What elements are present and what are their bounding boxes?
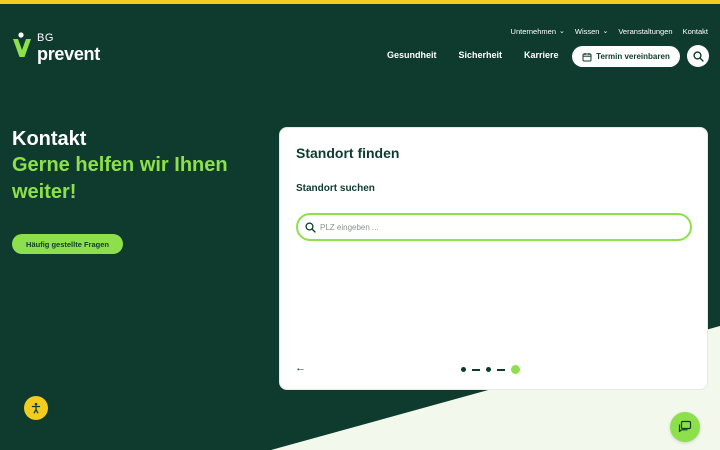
step-pager [461, 365, 520, 374]
arrow-left-icon[interactable]: ← [295, 363, 306, 374]
main-nav-gesundheit[interactable]: Gesundheit [387, 50, 437, 60]
chat-button[interactable] [670, 412, 700, 442]
postcode-search-field[interactable] [296, 213, 692, 241]
main-nav-sicherheit[interactable]: Sicherheit [459, 50, 503, 60]
utility-nav-unternehmen[interactable]: Unternehmen ⌄ [511, 27, 565, 36]
pager-step-3[interactable] [486, 367, 491, 372]
search-icon [692, 50, 704, 62]
page-title: Kontakt [12, 128, 87, 150]
utility-nav-label: Wissen [574, 27, 600, 36]
faq-button[interactable]: Häufig gestellte Fragen [12, 234, 123, 254]
utility-nav-label: Kontakt [682, 27, 708, 36]
utility-nav: Unternehmen ⌄ Wissen ⌄ Veranstaltungen K… [511, 27, 708, 36]
header-search-button[interactable] [687, 45, 709, 67]
pager-step-5-active[interactable] [511, 365, 520, 374]
card-title: Standort finden [296, 145, 400, 161]
pager-step-4[interactable] [497, 368, 505, 371]
book-appointment-button[interactable]: Termin vereinbaren [572, 46, 680, 67]
chat-icon [678, 420, 692, 433]
chevron-down-icon: ⌄ [559, 28, 565, 35]
book-appointment-label: Termin vereinbaren [596, 52, 670, 61]
search-icon [305, 221, 316, 233]
accessibility-button[interactable] [24, 396, 48, 420]
utility-nav-veranstaltungen[interactable]: Veranstaltungen [618, 27, 672, 36]
utility-nav-label: Veranstaltungen [618, 27, 673, 36]
logo-wordmark: BG prevent [37, 32, 100, 64]
location-finder-card: Standort finden Standort suchen ← [279, 127, 708, 390]
card-subtitle: Standort suchen [296, 183, 375, 194]
utility-nav-kontakt[interactable]: Kontakt [683, 27, 708, 36]
logo-mark-icon [13, 32, 31, 57]
logo-text-bottom: prevent [37, 44, 100, 64]
accessibility-icon [31, 402, 41, 414]
pager-step-2[interactable] [472, 368, 480, 371]
pager-step-1[interactable] [461, 367, 466, 372]
main-nav: Gesundheit Sicherheit Karriere [387, 50, 559, 60]
chevron-down-icon: ⌄ [602, 28, 609, 35]
page-subtitle: Gerne helfen wir Ihnen weiter! [12, 154, 228, 203]
calendar-icon [582, 52, 592, 61]
postcode-input[interactable] [320, 222, 660, 232]
brand-logo[interactable]: BG prevent [12, 32, 100, 63]
utility-nav-wissen[interactable]: Wissen ⌄ [575, 27, 608, 36]
utility-nav-label: Unternehmen [510, 27, 556, 36]
logo-text-top: BG [37, 32, 54, 44]
main-nav-karriere[interactable]: Karriere [524, 50, 559, 60]
